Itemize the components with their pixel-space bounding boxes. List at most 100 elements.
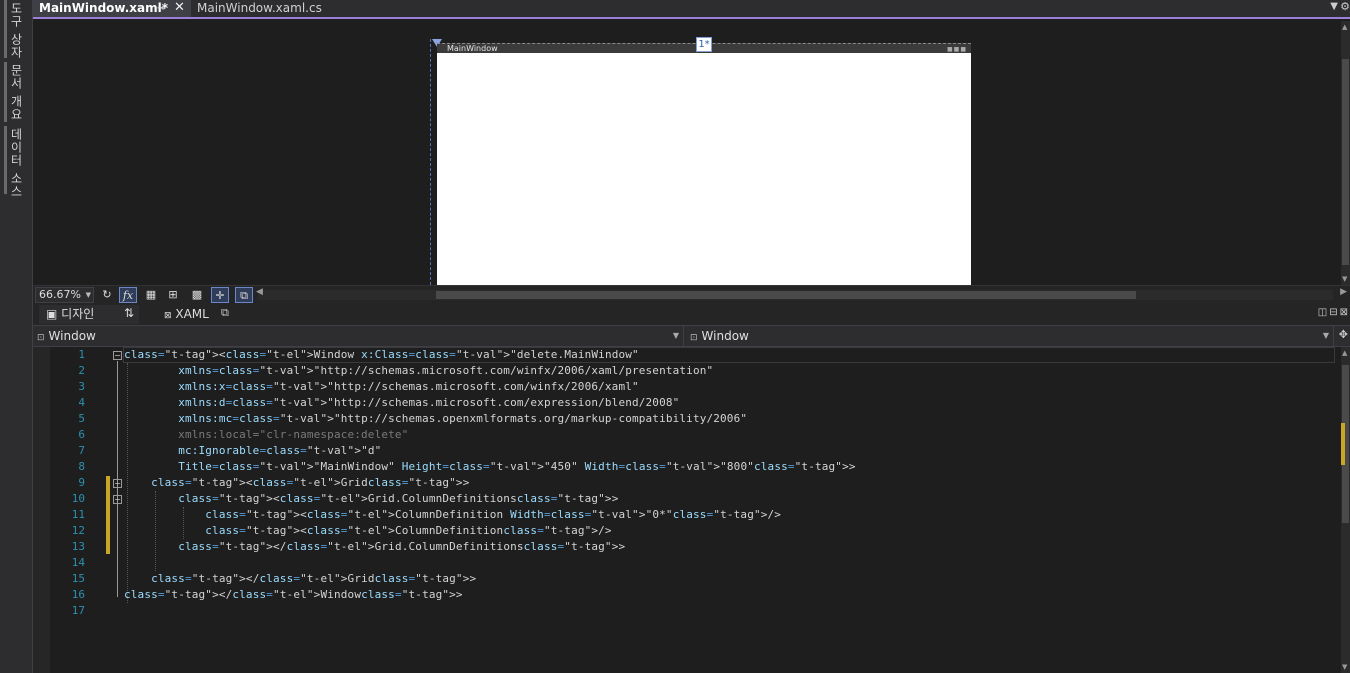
pane-layout-icons[interactable]: ◫⊟⊠ [1318,307,1350,318]
code-line[interactable]: xmlns:local="clr-namespace:delete" [124,427,408,443]
zoom-value: 66.67% [39,288,81,301]
side-tab-separator [4,126,7,194]
change-marker [1341,423,1345,465]
code-line[interactable]: class="t-tag"><class="t-el">Grid.ColumnD… [124,491,618,507]
grid-icon[interactable]: ▦ [142,287,160,303]
close-icon[interactable]: ✕ [174,0,185,16]
fx-icon[interactable]: fx [119,287,137,303]
tab-design-label: 디자인 [61,307,95,321]
side-tab-toolbox[interactable]: 도구 상자 [8,2,25,59]
code-line[interactable]: class="t-tag"></class="t-el">Windowclass… [124,587,463,603]
xaml-code-editor[interactable]: 1 2 3 4 5 6 7 8 9 10 11 12 13 14 15 16 1… [33,347,1341,673]
side-tab-separator [4,0,7,58]
code-line[interactable]: class="t-tag"><class="t-el">ColumnDefini… [124,507,781,523]
popout-icon[interactable]: ⧉ [221,306,229,320]
side-tool-strip: 도구 상자 문서 개요 데이터 소스 [0,0,33,673]
collapse-icon[interactable]: − [113,495,122,504]
split-view-tabs: ▣ 디자인 ⇅ ⊠ XAML ⧉ ◫⊟⊠ [33,304,1350,325]
line-number: 8 [78,460,85,473]
line-number: 11 [71,508,85,521]
line-number: 3 [78,380,85,393]
element-icon: ⊡ [37,333,45,343]
code-line[interactable]: class="t-tag"><class="t-el">Gridclass="t… [124,475,469,491]
line-number: 17 [71,604,85,617]
side-tab-separator [4,62,7,122]
line-number: 15 [71,572,85,585]
side-tab-document-outline[interactable]: 문서 개요 [8,64,25,121]
scroll-left-icon[interactable]: ◀ [256,287,263,297]
element-scope-value: Window [48,329,96,343]
line-number: 13 [71,540,85,553]
design-surface[interactable]: MainWindow ■■■ 1* [33,21,1341,285]
tab-xaml-label: XAML [175,307,209,321]
side-tab-data-sources[interactable]: 데이터 소스 [8,128,25,198]
code-line[interactable]: xmlns:mc=class="t-val">"http://schemas.o… [124,411,747,427]
code-line[interactable]: class="t-tag"></class="t-el">Grid.Column… [124,539,625,555]
editor-vertical-scrollbar[interactable]: ▲ ▼ [1341,347,1350,673]
window-controls-icon: ■■■ [946,46,967,53]
code-line[interactable]: xmlns:x=class="t-val">"http://schemas.mi… [124,379,639,395]
code-line[interactable]: xmlns:d=class="t-val">"http://schemas.mi… [124,395,679,411]
change-indicator [106,476,110,554]
line-number: 12 [71,524,85,537]
line-number: 14 [71,556,85,569]
zoom-select[interactable]: 66.67% ▼ [35,287,94,303]
scroll-down-icon[interactable]: ▼ [1342,663,1347,671]
chevron-down-icon: ▼ [672,331,679,340]
line-number: 9 [78,476,85,489]
code-line[interactable]: class="t-tag"><class="t-el">Window x:Cla… [124,347,639,363]
code-line[interactable]: xmlns=class="t-val">"http://schemas.micr… [124,363,713,379]
code-line[interactable]: mc:Ignorable=class="t-val">"d" [124,443,381,459]
scroll-up-icon[interactable]: ▲ [1342,23,1347,31]
swap-panes-icon[interactable]: ⇅ [124,306,134,320]
document-tab-bar: MainWindow.xaml* ⊸ ✕ MainWindow.xaml.cs … [33,0,1350,19]
tab-label: MainWindow.xaml* [39,1,169,15]
row-guide-line [430,39,431,285]
editor-margin [33,347,50,673]
chevron-down-icon: ▼ [85,291,91,299]
refresh-icon[interactable]: ↻ [98,287,116,303]
code-line[interactable]: class="t-tag"><class="t-el">ColumnDefini… [124,523,612,539]
line-number: 5 [78,412,85,425]
element-member-value: Window [701,329,749,343]
line-number: 1 [78,348,85,361]
line-number: 4 [78,396,85,409]
pin-icon[interactable]: ⊸ [157,0,165,17]
element-scope-select[interactable]: ⊡ Window ▼ [33,326,684,346]
line-number: 16 [71,588,85,601]
scroll-down-icon[interactable]: ▼ [1342,275,1347,283]
scroll-right-icon[interactable]: ▶ [1340,287,1347,297]
designer-vertical-scrollbar[interactable]: ▲ ▼ [1341,21,1350,285]
code-line[interactable]: Title=class="t-val">"MainWindow" Height=… [124,459,856,475]
split-editor-icon[interactable]: ✥ [1339,328,1348,341]
chevron-down-icon: ▼ [1322,331,1329,340]
column-size-marker[interactable]: 1* [696,37,712,52]
code-line[interactable]: class="t-tag"></class="t-el">Gridclass="… [124,571,476,587]
navigation-bar: ⊡ Window ▼ ⊡ Window ▼ ✥ [33,325,1350,347]
scroll-thumb[interactable] [1342,59,1349,265]
scroll-up-icon[interactable]: ▲ [1342,349,1347,357]
device-icon[interactable]: ⧉ [235,287,253,303]
line-number: 7 [78,444,85,457]
scroll-thumb[interactable] [436,291,1136,299]
window-preview-body[interactable] [437,53,971,285]
snap-grid-icon[interactable]: ⊞ [164,287,182,303]
designer-horizontal-scrollbar[interactable]: ◀ ▶ [256,287,1347,300]
line-number: 2 [78,364,85,377]
element-icon: ⊡ [690,333,698,343]
tab-mainwindow-xaml[interactable]: MainWindow.xaml* ⊸ ✕ [33,0,191,17]
tab-mainwindow-xaml-cs[interactable]: MainWindow.xaml.cs [191,0,361,17]
snap-lines-icon[interactable]: ✛ [211,287,229,303]
line-number: 6 [78,428,85,441]
line-number: 10 [71,492,85,505]
checker-icon[interactable]: ▩ [188,287,206,303]
tab-label: MainWindow.xaml.cs [197,1,322,15]
tab-list-dropdown-icon[interactable]: ▼ [1330,1,1338,12]
collapse-icon[interactable]: − [113,351,122,360]
design-icon: ▣ [46,307,58,321]
element-member-select[interactable]: ⊡ Window ▼ [686,326,1334,346]
collapse-icon[interactable]: − [113,479,122,488]
gear-icon[interactable]: ⚙ [1340,0,1350,13]
xaml-icon: ⊠ [164,311,172,321]
designer-toolbar: 66.67% ▼ ↻ fx ▦ ⊞ ▩ ✛ ⧉ ◀ ▶ [33,285,1350,304]
